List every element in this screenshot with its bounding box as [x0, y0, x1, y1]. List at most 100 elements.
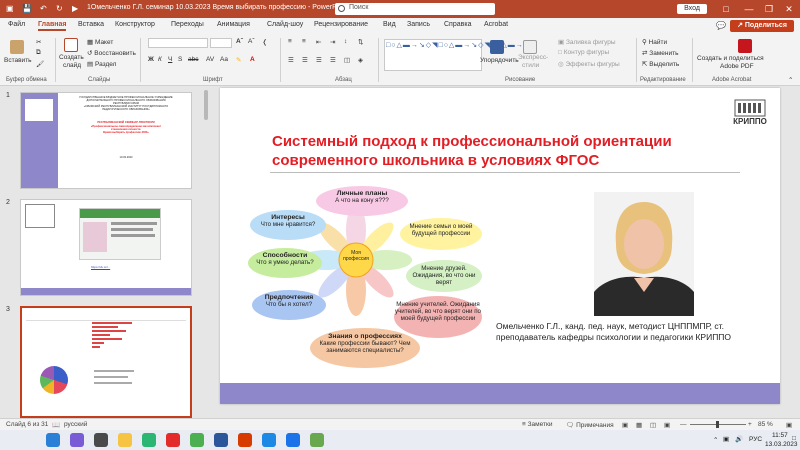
app-icon[interactable] [94, 433, 108, 447]
spacing-icon[interactable]: AV [206, 56, 214, 63]
arrange-label[interactable]: Упорядочить [480, 57, 519, 64]
volume-icon[interactable]: 🔊 [735, 435, 743, 443]
slide-thumbnail-1[interactable]: ГОСУДАРСТВЕННОЕ БЮДЖЕТНОЕ ПРОФЕССИОНАЛЬН… [20, 92, 192, 189]
language-indicator[interactable]: русский [64, 421, 87, 428]
clock-time[interactable]: 11:57 [772, 432, 788, 439]
powerpoint-icon[interactable] [238, 433, 252, 447]
paste-label[interactable]: Вставить [4, 57, 32, 64]
font-color-icon[interactable]: A [250, 56, 255, 63]
network-icon[interactable]: ▣ [723, 435, 729, 443]
author-caption[interactable]: Омельченко Г.Л., канд. пед. наук, методи… [496, 321, 776, 343]
slideshow-icon[interactable]: ▶ [72, 4, 78, 13]
line-spacing-icon[interactable]: ↕ [344, 38, 347, 45]
tab-slideshow[interactable]: Слайд-шоу [267, 21, 303, 28]
chrome-icon[interactable] [190, 433, 204, 447]
profession-diagram[interactable]: Моя профессия Личные планы А что на кону… [248, 180, 484, 372]
input-language[interactable]: РУС [749, 436, 762, 443]
smartart-icon[interactable]: ◈ [358, 56, 363, 64]
minimize-button[interactable]: — [738, 1, 760, 17]
bold-icon[interactable]: Ж [148, 56, 154, 63]
change-case-icon[interactable]: Aa [220, 56, 228, 63]
zoom-slider[interactable] [690, 421, 746, 428]
clear-format-icon[interactable]: ❬ [262, 38, 267, 46]
autosave-icon[interactable]: ▣ [6, 4, 14, 13]
tab-acrobat[interactable]: Acrobat [484, 21, 508, 28]
align-center-icon[interactable]: ☰ [302, 56, 308, 64]
align-right-icon[interactable]: ☰ [316, 56, 322, 64]
tray-chevron-icon[interactable]: ⌃ [713, 436, 718, 444]
new-slide-label-1[interactable]: Создать [59, 54, 84, 61]
layout-button[interactable]: ▦ Макет [87, 38, 113, 46]
section-button[interactable]: ▤ Раздел [87, 60, 116, 68]
spellcheck-icon[interactable]: 📖 [52, 421, 60, 429]
share-button[interactable]: ↗ Поделиться [730, 20, 794, 32]
tab-help[interactable]: Справка [444, 21, 471, 28]
quick-styles-icon[interactable] [523, 40, 537, 54]
decrease-indent-icon[interactable]: ⇤ [316, 38, 321, 46]
format-painter-icon[interactable]: 🖌 [36, 60, 44, 68]
zoom-slider-thumb[interactable] [716, 421, 719, 428]
underline-icon[interactable]: Ч [168, 56, 172, 63]
close-button[interactable]: ✕ [778, 1, 800, 17]
tab-animations[interactable]: Анимация [217, 21, 250, 28]
file-explorer-icon[interactable] [118, 433, 132, 447]
yandex-icon[interactable] [166, 433, 180, 447]
shape-outline-button[interactable]: □ Контур фигуры [558, 49, 609, 56]
app-icon[interactable] [310, 433, 324, 447]
new-slide-label-2[interactable]: слайд [63, 62, 81, 69]
paste-icon[interactable] [10, 40, 24, 54]
undo-icon[interactable]: ↶ [40, 4, 47, 13]
search-box[interactable]: Поиск [335, 3, 495, 15]
quick-styles-label-2[interactable]: стили [522, 62, 539, 69]
tab-home[interactable]: Главная [38, 21, 67, 31]
zoom-out-button[interactable]: — [680, 421, 687, 428]
thumbnail-scrollbar[interactable] [204, 90, 208, 120]
store-icon[interactable] [142, 433, 156, 447]
arrange-icon[interactable] [490, 40, 504, 54]
quick-styles-label-1[interactable]: Экспресс- [518, 54, 548, 61]
cut-icon[interactable]: ✂ [36, 38, 41, 46]
slide-thumbnail-3[interactable] [20, 306, 192, 418]
tab-record[interactable]: Запись [407, 21, 430, 28]
numbering-icon[interactable]: ≡ [302, 38, 306, 45]
increase-indent-icon[interactable]: ⇥ [330, 38, 335, 46]
comments-icon[interactable]: 💬 [716, 21, 726, 30]
reading-view-icon[interactable]: ◫ [650, 421, 656, 429]
slide-title[interactable]: Системный подход к профессиональной орие… [272, 132, 732, 170]
shadow-icon[interactable]: S [178, 56, 182, 63]
slide-canvas[interactable]: КРИППО Системный подход к профессиональн… [220, 88, 780, 404]
slide-thumbnail-2[interactable]: https://vk.cc/... [20, 199, 192, 296]
comments-button[interactable]: 🗨 Примечания [566, 421, 614, 429]
columns-icon[interactable]: ◫ [344, 56, 350, 64]
find-button[interactable]: ⚲ Найти [642, 38, 667, 46]
new-slide-icon[interactable] [64, 38, 78, 52]
shape-fill-button[interactable]: ▣ Заливка фигуры [558, 38, 616, 46]
clock-date[interactable]: 13.03.2023 [765, 441, 798, 448]
notes-button[interactable]: ≡ Заметки [522, 421, 552, 428]
ribbon-display-icon[interactable]: □ [715, 1, 737, 17]
start-icon[interactable] [46, 433, 60, 447]
justify-icon[interactable]: ☰ [330, 56, 336, 64]
collapse-ribbon-icon[interactable]: ⌃ [788, 76, 793, 84]
tab-review[interactable]: Рецензирование [314, 21, 368, 28]
shapes-gallery[interactable]: □○△▬→↘◇◥□○△▬→↘◇◥□○△▬→↘ [384, 39, 530, 71]
app-icon[interactable] [286, 433, 300, 447]
tab-insert[interactable]: Вставка [78, 21, 104, 28]
highlight-icon[interactable]: ✎ [236, 56, 241, 64]
word-icon[interactable] [214, 433, 228, 447]
font-name-field[interactable] [148, 38, 208, 48]
create-pdf-label-2[interactable]: Adobe PDF [720, 63, 754, 70]
sign-in-button[interactable]: Вход [677, 4, 707, 14]
copy-icon[interactable]: ⧉ [36, 49, 41, 57]
create-pdf-label-1[interactable]: Создать и поделиться [697, 55, 764, 62]
tab-design[interactable]: Конструктор [115, 21, 155, 28]
fit-to-window-icon[interactable]: ▣ [786, 421, 792, 429]
grow-font-icon[interactable]: Aˆ [236, 38, 243, 45]
zoom-in-button[interactable]: + [748, 421, 752, 428]
tab-view[interactable]: Вид [383, 21, 396, 28]
italic-icon[interactable]: К [158, 56, 162, 63]
text-direction-icon[interactable]: ⇅ [358, 38, 363, 46]
edge-icon[interactable] [262, 433, 276, 447]
tab-file[interactable]: Файл [8, 21, 25, 28]
slideshow-view-icon[interactable]: ▣ [664, 421, 670, 429]
